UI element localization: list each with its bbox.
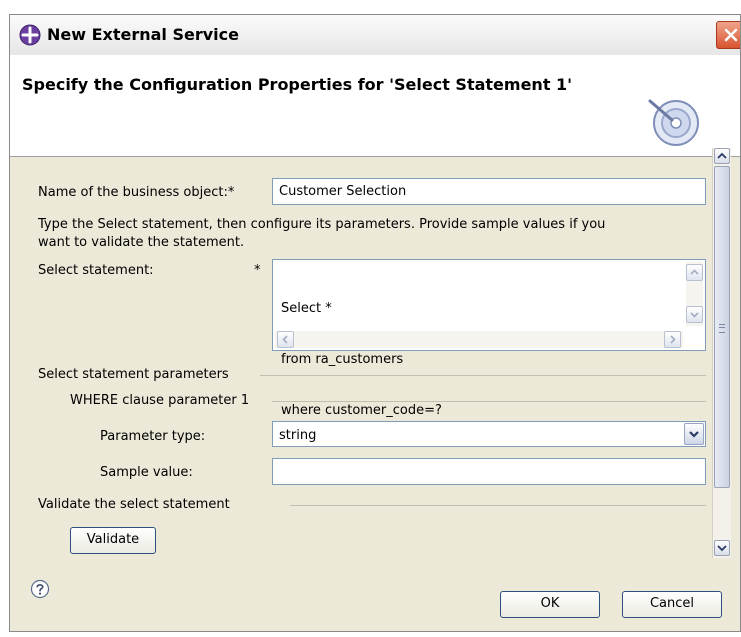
select-line-1: Select * <box>281 301 332 316</box>
chevron-down-icon <box>717 545 727 552</box>
select-statement-textarea[interactable]: Select * from ra_customers where custome… <box>272 259 706 418</box>
page-title: Specify the Configuration Properties for… <box>22 75 573 94</box>
page-scroll-thumb[interactable] <box>714 166 730 488</box>
where-clause-group-divider <box>272 401 706 402</box>
textarea-scroll-up-button[interactable] <box>686 264 703 281</box>
parameter-type-label: Parameter type: <box>100 429 206 444</box>
ok-button[interactable]: OK <box>500 591 600 618</box>
close-icon <box>724 28 738 42</box>
instructions-line-1: Type the Select statement, then configur… <box>38 217 606 232</box>
parameter-type-dropdown-button[interactable] <box>684 423 704 445</box>
textarea-scroll-down-button[interactable] <box>686 306 703 323</box>
cancel-button[interactable]: Cancel <box>622 591 722 618</box>
parameter-type-value: string <box>279 428 317 443</box>
chevron-up-icon <box>690 269 699 275</box>
textarea-scroll-right-button[interactable] <box>664 331 681 348</box>
chevron-down-icon <box>690 312 699 318</box>
required-marker: * <box>254 263 261 278</box>
dial-wizard-icon <box>646 95 702 151</box>
window-title: New External Service <box>47 25 239 44</box>
wizard-app-icon <box>19 24 41 46</box>
textarea-scroll-left-button[interactable] <box>277 331 294 348</box>
where-clause-group-label: WHERE clause parameter 1 <box>70 393 250 408</box>
parameters-group-divider <box>260 375 706 376</box>
select-statement-label: Select statement: <box>38 263 154 278</box>
parameters-group-label: Select statement parameters <box>38 367 229 382</box>
page-scroll-up-button[interactable] <box>714 148 730 164</box>
title-bar[interactable]: New External Service <box>10 15 740 56</box>
instructions-line-2: want to validate the statement. <box>38 235 245 250</box>
page-scroll-down-button[interactable] <box>714 540 730 556</box>
sample-value-input[interactable] <box>272 458 706 485</box>
business-object-name-input[interactable]: Customer Selection <box>272 178 706 205</box>
page-vertical-scrollbar[interactable] <box>712 148 731 558</box>
sample-value-label: Sample value: <box>100 465 193 480</box>
validate-group-label: Validate the select statement <box>38 497 230 512</box>
chevron-right-icon <box>670 335 676 344</box>
close-button[interactable] <box>716 21 740 49</box>
select-line-2: from ra_customers <box>281 352 404 367</box>
validate-button[interactable]: Validate <box>70 527 156 554</box>
chevron-left-icon <box>282 335 288 344</box>
select-line-3: where customer_code=? <box>281 403 442 418</box>
textarea-vertical-scrollbar[interactable] <box>686 262 703 326</box>
chevron-down-icon <box>689 431 699 438</box>
wizard-banner: Specify the Configuration Properties for… <box>10 55 740 157</box>
chevron-up-icon <box>717 152 727 159</box>
parameter-type-select[interactable]: string <box>272 421 706 447</box>
validate-group-divider <box>290 505 706 506</box>
textarea-horizontal-scrollbar[interactable] <box>275 331 683 348</box>
new-external-service-dialog: New External Service Specify the Configu… <box>9 14 741 632</box>
help-icon[interactable] <box>30 579 50 603</box>
business-object-name-label: Name of the business object:* <box>38 185 235 200</box>
